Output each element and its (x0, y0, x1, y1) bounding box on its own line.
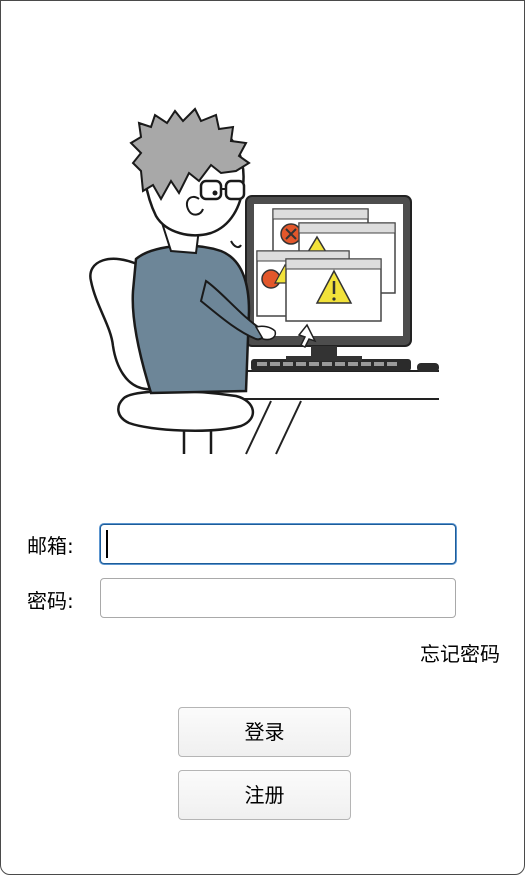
text-caret (106, 530, 108, 558)
email-label: 邮箱: (27, 534, 74, 558)
register-button[interactable]: 注册 (178, 770, 351, 820)
forgot-password-link[interactable]: 忘记密码 (420, 638, 500, 667)
password-label: 密码: (27, 589, 74, 613)
password-input[interactable] (100, 578, 456, 618)
login-button[interactable]: 登录 (178, 707, 351, 757)
email-input[interactable] (100, 524, 456, 564)
person-at-computer-illustration (89, 107, 439, 455)
login-window: 邮箱: 密码: 忘记密码 登录 注册 (0, 0, 525, 875)
desk (231, 370, 439, 455)
warning-dialog-front (285, 258, 382, 322)
